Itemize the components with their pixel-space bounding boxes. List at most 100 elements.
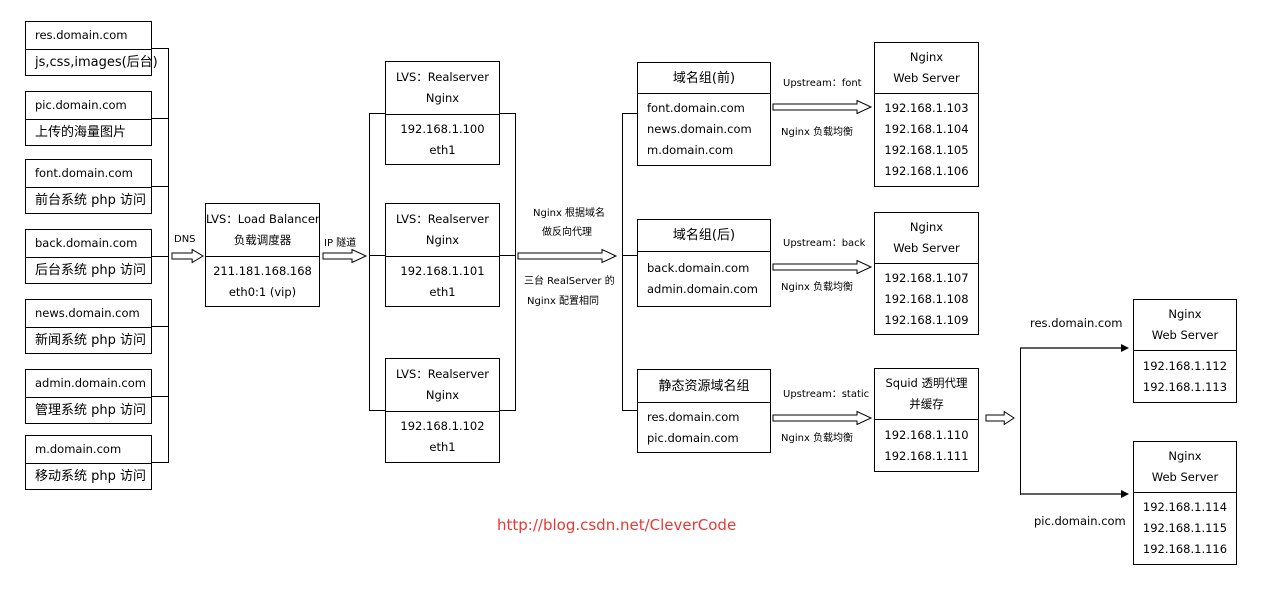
body-line: 192.168.1.115 <box>1142 521 1228 535</box>
load-balance-label: Nginx 负载均衡 <box>781 282 854 293</box>
connector-line <box>622 113 623 411</box>
domain-name: back.domain.com <box>26 230 151 257</box>
connector-line <box>369 113 370 411</box>
hollow-arrow <box>772 259 873 275</box>
body-line: eth1 <box>429 440 456 454</box>
upstream-label: Upstream：static <box>783 389 870 400</box>
header-line: Web Server <box>893 241 960 255</box>
hollow-arrow <box>322 248 368 264</box>
body-line: back.domain.com <box>647 261 750 275</box>
realserver-box: LVS：Realserver Nginx 192.168.1.102 eth1 <box>385 358 500 463</box>
connector-line <box>622 410 637 411</box>
domain-group-box-header: 域名组(前) <box>638 63 770 93</box>
domain-name: m.domain.com <box>26 436 151 463</box>
domain-desc: 上传的海量图片 <box>26 119 151 145</box>
domain-name: news.domain.com <box>26 300 151 327</box>
body-line: 192.168.1.113 <box>1142 379 1228 394</box>
body-line: 192.168.1.111 <box>884 448 969 463</box>
domain-group-box-body: font.domain.com news.domain.com m.domain.c… <box>638 93 770 165</box>
body-line: eth1 <box>429 284 456 299</box>
nginx-webserver-box: Nginx Web Server 192.168.1.107 192.168.1.10… <box>874 212 979 335</box>
lvs-load-balancer-body: 211.181.168.168 eth0:1 (vip) <box>206 256 319 306</box>
connector-line <box>151 326 168 327</box>
body-line: news.domain.com <box>647 122 752 136</box>
connector-line <box>168 48 169 463</box>
body-line: 211.181.168.168 <box>213 263 312 278</box>
nginx-webserver-box-body: 192.168.1.112 192.168.1.113 <box>1134 350 1236 402</box>
body-line: 192.168.1.103 <box>884 101 969 115</box>
connector-line <box>1020 348 1021 495</box>
watermark-url: http://blog.csdn.net/CleverCode <box>497 516 737 534</box>
domain-desc: 管理系统 php 访问 <box>26 397 151 423</box>
domain-group-box-body: back.domain.com admin.domain.com <box>638 251 770 306</box>
nginx-webserver-box-header: Nginx Web Server <box>875 213 978 263</box>
header-line: Nginx <box>425 233 460 247</box>
route-label: pic.domain.com <box>1034 514 1126 528</box>
header-line: LVS：Realserver <box>395 367 489 381</box>
connector-line <box>151 186 168 187</box>
domain-name: admin.domain.com <box>26 370 151 397</box>
header-line: Web Server <box>1151 328 1219 342</box>
proxy-note: 做反向代理 <box>542 227 592 238</box>
header-line: Nginx <box>425 91 460 105</box>
header-line: Squid 透明代理 <box>885 376 968 390</box>
header-line: Web Server <box>1151 470 1219 484</box>
domain-name-text: admin.domain.com <box>35 376 146 390</box>
body-line: 192.168.1.116 <box>1142 542 1228 556</box>
upstream-label: Upstream：font <box>783 78 862 89</box>
nginx-webserver-box-header: Nginx Web Server <box>1134 300 1236 350</box>
domain-desc-text: 新闻系统 php 访问 <box>35 333 147 348</box>
body-line: 192.168.1.100 <box>400 121 485 136</box>
domain-desc-text: 后台系统 php 访问 <box>35 263 147 278</box>
lvs-load-balancer-header: LVS：Load Balancer 负载调度器 <box>206 204 320 256</box>
realserver-box: LVS：Realserver Nginx 192.168.1.100 eth1 <box>385 61 500 165</box>
header-line: 并缓存 <box>909 397 944 411</box>
realserver-box-header: LVS：Realserver Nginx <box>386 359 499 411</box>
domain-desc-text: 前台系统 php 访问 <box>35 193 147 208</box>
domain-name-text: font.domain.com <box>35 166 133 180</box>
hollow-arrow <box>171 248 204 264</box>
connector-line <box>499 255 515 256</box>
route-label: res.domain.com <box>1030 316 1123 330</box>
body-line: 192.168.1.112 <box>1142 358 1228 373</box>
header-line: LVS：Load Balancer <box>206 212 320 226</box>
header-line: 域名组(前) <box>672 70 736 86</box>
header-line: Nginx <box>909 220 944 234</box>
domain-desc-text: 移动系统 php 访问 <box>35 469 147 484</box>
domain-name-text: pic.domain.com <box>35 98 127 112</box>
proxy-note: Nginx 配置相同 <box>527 296 600 307</box>
body-line: 192.168.1.107 <box>884 270 969 285</box>
body-line: eth1 <box>429 142 456 157</box>
squid-cache-box: Squid 透明代理 并缓存 192.168.1.110 192.168.1.111 <box>874 368 979 472</box>
domain-desc: 前台系统 php 访问 <box>26 187 151 213</box>
nginx-webserver-box-body: 192.168.1.103 192.168.1.104 192.168.1.105 1… <box>875 93 978 186</box>
connector-line <box>499 410 515 411</box>
nginx-webserver-box: Nginx Web Server 192.168.1.114 192.168.1.11… <box>1133 441 1237 565</box>
realserver-box-body: 192.168.1.102 eth1 <box>386 411 499 462</box>
header-line: 域名组(后) <box>672 228 736 243</box>
realserver-box-header: LVS：Realserver Nginx <box>386 204 499 256</box>
body-line: admin.domain.com <box>647 282 758 296</box>
hollow-arrow <box>772 99 873 115</box>
body-line: 192.168.1.105 <box>884 143 969 157</box>
dns-label: DNS <box>174 234 196 245</box>
domain-name-text: res.domain.com <box>35 28 128 42</box>
connector-line <box>369 255 385 256</box>
body-line: 192.168.1.101 <box>400 263 485 278</box>
connector-line <box>151 396 168 397</box>
connector-line <box>151 256 168 257</box>
domain-name-text: news.domain.com <box>35 306 140 320</box>
domain-name: font.domain.com <box>26 160 151 187</box>
domain-card: res.domain.com js,css,images(后台) <box>25 21 158 76</box>
domain-card: news.domain.com 新闻系统 php 访问 <box>25 299 152 354</box>
body-line: 192.168.1.102 <box>400 419 485 433</box>
domain-group-box: 域名组(后) back.domain.com admin.domain.com <box>637 219 771 307</box>
domain-group-box-body: res.domain.com pic.domain.com <box>638 402 770 452</box>
domain-desc: 移动系统 php 访问 <box>26 463 151 489</box>
ip-tunnel-label: IP 隧道 <box>324 238 357 249</box>
domain-name: pic.domain.com <box>26 92 151 119</box>
arrow <box>1020 490 1129 498</box>
nginx-webserver-box: Nginx Web Server 192.168.1.103 192.168.1.10… <box>874 42 979 187</box>
domain-desc-text: 上传的海量图片 <box>35 125 127 140</box>
domain-card: m.domain.com 移动系统 php 访问 <box>25 435 152 490</box>
